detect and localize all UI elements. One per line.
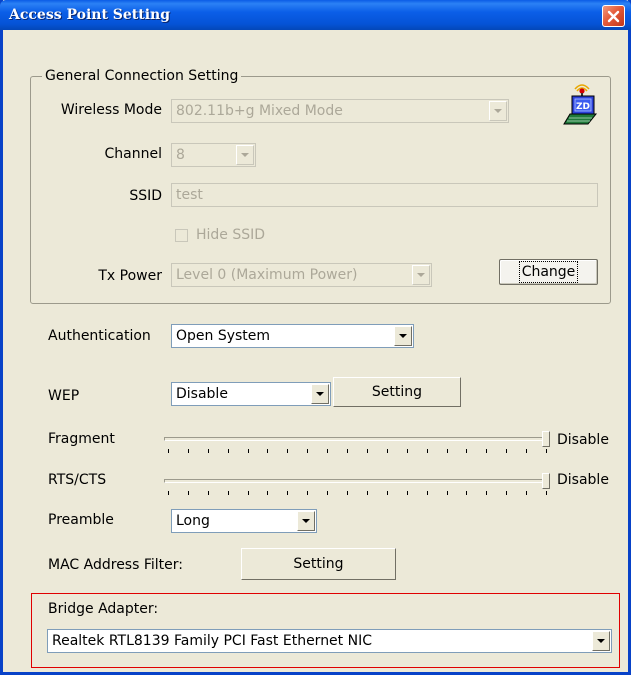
slider-tick (427, 449, 428, 453)
tx-power-label: Tx Power (98, 268, 162, 284)
hide-ssid-label: Hide SSID (196, 227, 266, 243)
wep-select[interactable]: Disable (171, 382, 331, 406)
bridge-adapter-select[interactable]: Realtek RTL8139 Family PCI Fast Ethernet… (47, 629, 612, 653)
fragment-slider-track (164, 437, 550, 441)
slider-tick (327, 449, 328, 453)
rts-cts-slider-thumb[interactable] (542, 473, 550, 489)
slider-tick (407, 449, 408, 453)
chevron-down-icon (592, 631, 610, 651)
fragment-value: Disable (557, 432, 609, 448)
wep-setting-button[interactable]: Setting (333, 377, 461, 407)
slider-tick (208, 491, 209, 495)
slider-tick (208, 449, 209, 453)
slider-tick (307, 449, 308, 453)
fragment-slider-thumb[interactable] (542, 431, 550, 447)
wep-label: WEP (48, 388, 80, 404)
ssid-input[interactable]: test (171, 183, 598, 207)
slider-tick (506, 449, 507, 453)
slider-tick (267, 491, 268, 495)
svg-text:ZD: ZD (576, 102, 590, 112)
slider-tick (546, 449, 547, 453)
preamble-select[interactable]: Long (171, 509, 317, 533)
slider-tick (546, 491, 547, 495)
slider-tick (486, 449, 487, 453)
slider-tick (486, 491, 487, 495)
slider-tick (347, 491, 348, 495)
slider-tick (188, 449, 189, 453)
slider-tick (228, 449, 229, 453)
slider-tick (466, 491, 467, 495)
slider-tick (387, 449, 388, 453)
rts-cts-label: RTS/CTS (48, 472, 107, 488)
slider-tick (228, 491, 229, 495)
slider-tick (526, 491, 527, 495)
slider-tick (287, 491, 288, 495)
mac-filter-setting-button[interactable]: Setting (241, 548, 396, 580)
chevron-down-icon (489, 101, 507, 121)
preamble-label: Preamble (48, 512, 114, 528)
ssid-label: SSID (129, 188, 162, 204)
channel-select[interactable]: 8 (171, 143, 256, 167)
title-bar[interactable]: Access Point Setting (0, 0, 631, 30)
chevron-down-icon (311, 384, 329, 404)
wireless-mode-select[interactable]: 802.11b+g Mixed Mode (171, 99, 509, 123)
rts-cts-value: Disable (557, 472, 609, 488)
slider-tick (466, 449, 467, 453)
slider-tick (168, 449, 169, 453)
slider-tick (447, 491, 448, 495)
close-icon (607, 10, 620, 22)
mac-address-filter-label: MAC Address Filter: (48, 557, 183, 573)
channel-label: Channel (104, 146, 162, 162)
slider-tick (188, 491, 189, 495)
slider-tick (168, 491, 169, 495)
slider-tick (307, 491, 308, 495)
bridge-adapter-label: Bridge Adapter: (48, 601, 159, 617)
slider-tick (347, 449, 348, 453)
wireless-mode-label: Wireless Mode (60, 102, 162, 118)
slider-tick (447, 449, 448, 453)
slider-tick (526, 449, 527, 453)
chevron-down-icon (394, 326, 412, 346)
chevron-down-icon (297, 511, 315, 531)
close-button[interactable] (602, 5, 625, 27)
window-title: Access Point Setting (9, 7, 171, 23)
fragment-label: Fragment (48, 431, 115, 447)
general-connection-legend: General Connection Setting (42, 68, 242, 84)
chevron-down-icon (236, 145, 254, 165)
slider-tick (248, 491, 249, 495)
hide-ssid-checkbox[interactable] (175, 229, 188, 242)
wireless-access-point-icon: ZD (563, 84, 598, 125)
slider-tick (387, 491, 388, 495)
authentication-label: Authentication (48, 328, 151, 344)
tx-power-select[interactable]: Level 0 (Maximum Power) (171, 263, 432, 287)
authentication-select[interactable]: Open System (171, 324, 414, 348)
slider-tick (327, 491, 328, 495)
slider-tick (427, 491, 428, 495)
slider-tick (367, 449, 368, 453)
slider-tick (407, 491, 408, 495)
slider-tick (248, 449, 249, 453)
slider-tick (287, 449, 288, 453)
slider-tick (267, 449, 268, 453)
slider-tick (506, 491, 507, 495)
slider-tick (367, 491, 368, 495)
rts-cts-slider-track (164, 479, 550, 483)
chevron-down-icon (412, 265, 430, 285)
change-button[interactable]: Change (499, 259, 598, 285)
